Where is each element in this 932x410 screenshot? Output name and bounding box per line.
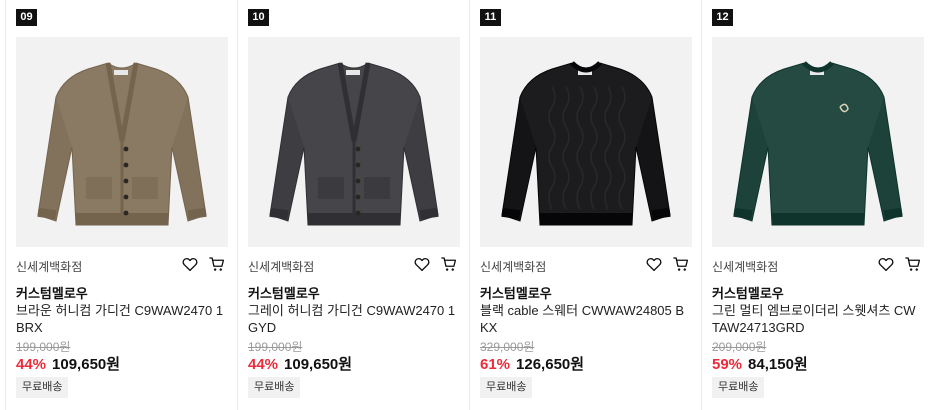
product-card[interactable]: 09 신세계백화점 커스텀멜로우 브라운 허니컴 가디건 C9WAW2470 1… <box>16 0 228 410</box>
brand-name: 커스텀멜로우 <box>480 286 552 301</box>
product-card[interactable]: 10 신세계백화점 커스텀멜로우 그레이 허니컴 가디건 C9WAW2470 1… <box>248 0 460 410</box>
column-divider <box>701 0 702 410</box>
brand-name: 커스텀멜로우 <box>712 286 784 301</box>
product-image[interactable] <box>480 37 692 247</box>
product-image[interactable] <box>248 37 460 247</box>
product-name[interactable]: 그레이 허니컴 가디건 C9WAW2470 1GYD <box>248 302 460 336</box>
product-image[interactable] <box>16 37 228 247</box>
store-name: 신세계백화점 <box>480 260 547 274</box>
sale-price: 109,650원 <box>52 356 121 373</box>
heart-icon[interactable] <box>877 255 895 273</box>
heart-icon[interactable] <box>645 255 663 273</box>
rank-badge: 11 <box>480 9 501 26</box>
store-name: 신세계백화점 <box>712 260 779 274</box>
price-row: 44% 109,650원 <box>16 353 120 374</box>
store-name: 신세계백화점 <box>16 260 83 274</box>
product-name[interactable]: 브라운 허니컴 가디건 C9WAW2470 1BRX <box>16 302 228 336</box>
sale-price: 126,650원 <box>516 356 585 373</box>
price-row: 44% 109,650원 <box>248 353 352 374</box>
free-shipping-badge: 무료배송 <box>712 377 765 398</box>
column-divider <box>5 0 6 410</box>
sale-price: 84,150원 <box>748 356 808 373</box>
free-shipping-badge: 무료배송 <box>16 377 69 398</box>
discount-rate: 44% <box>16 356 47 373</box>
rank-badge: 09 <box>16 9 37 26</box>
product-grid: 09 신세계백화점 커스텀멜로우 브라운 허니컴 가디건 C9WAW2470 1… <box>0 0 932 410</box>
discount-rate: 61% <box>480 356 511 373</box>
column-divider <box>237 0 238 410</box>
price-row: 61% 126,650원 <box>480 353 584 374</box>
cart-icon[interactable] <box>904 255 922 273</box>
store-name: 신세계백화점 <box>248 260 315 274</box>
price-row: 59% 84,150원 <box>712 353 808 374</box>
product-image[interactable] <box>712 37 924 247</box>
brand-name: 커스텀멜로우 <box>248 286 320 301</box>
column-divider <box>469 0 470 410</box>
product-card[interactable]: 11 신세계백화점 커스텀멜로우 블랙 cable 스웨터 CWWAW24805… <box>480 0 692 410</box>
free-shipping-badge: 무료배송 <box>480 377 533 398</box>
discount-rate: 44% <box>248 356 279 373</box>
cart-icon[interactable] <box>672 255 690 273</box>
rank-badge: 10 <box>248 9 269 26</box>
brand-name: 커스텀멜로우 <box>16 286 88 301</box>
heart-icon[interactable] <box>181 255 199 273</box>
product-card[interactable]: 12 신세계백화점 커스텀멜로우 그린 멀티 엠브로이더리 스웻셔츠 CW TA… <box>712 0 924 410</box>
product-name[interactable]: 그린 멀티 엠브로이더리 스웻셔츠 CW TAW24713GRD <box>712 302 924 336</box>
sale-price: 109,650원 <box>284 356 353 373</box>
free-shipping-badge: 무료배송 <box>248 377 301 398</box>
cart-icon[interactable] <box>208 255 226 273</box>
cart-icon[interactable] <box>440 255 458 273</box>
discount-rate: 59% <box>712 356 743 373</box>
heart-icon[interactable] <box>413 255 431 273</box>
product-name[interactable]: 블랙 cable 스웨터 CWWAW24805 BKX <box>480 302 692 336</box>
rank-badge: 12 <box>712 9 733 26</box>
